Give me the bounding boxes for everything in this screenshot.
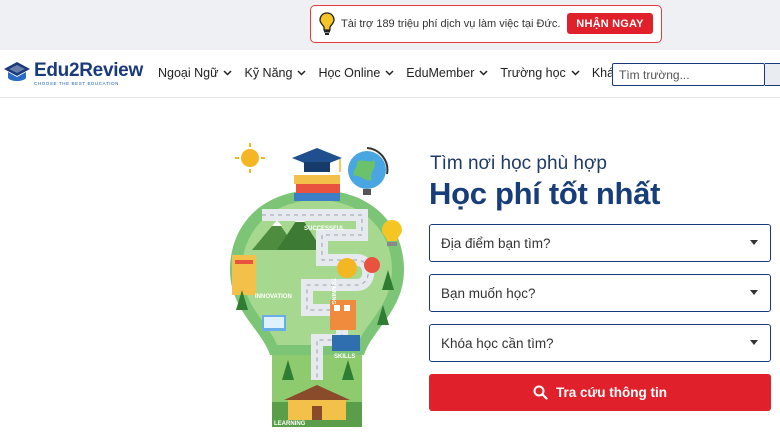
search-icon [533,385,548,400]
hero-title: Học phí tốt nhất [429,176,661,211]
logo[interactable]: Edu2Review CHOOSE THE BEST EDUCATION [3,60,143,86]
nav-online-learning[interactable]: Học Online [318,66,394,80]
logo-tagline: CHOOSE THE BEST EDUCATION [34,80,120,86]
nav-edumember[interactable]: EduMember [406,66,488,80]
location-select[interactable]: Địa điểm bạn tìm? [429,224,771,262]
chevron-down-icon [479,70,488,76]
search-button[interactable] [765,63,780,86]
nav-label: Học Online [318,66,381,80]
illus-label-skills: SKILLS [334,354,355,360]
site-header: Edu2Review CHOOSE THE BEST EDUCATION Ngo… [0,50,780,98]
lookup-button[interactable]: Tra cứu thông tin [429,374,771,411]
subject-select-placeholder: Bạn muốn học? [441,285,536,301]
lightbulb-icon [319,12,335,35]
claim-now-button[interactable]: NHẬN NGAY [567,13,653,34]
hero-subtitle: Tìm nơi học phù hợp [430,153,608,174]
promo-banner[interactable]: Tài trợ 189 triệu phí dịch vụ làm việc t… [310,5,662,43]
promo-strip: Tài trợ 189 triệu phí dịch vụ làm việc t… [0,0,780,50]
nav-skills[interactable]: Kỹ Năng [244,66,306,80]
main-nav: Ngoại Ngữ Kỹ Năng Học Online EduMember T… [158,66,646,80]
logo-name: Edu2Review [34,59,143,81]
dropdown-caret-icon [750,290,758,295]
nav-foreign-languages[interactable]: Ngoại Ngữ [158,66,233,80]
course-select[interactable]: Khóa học cần tìm? [429,324,771,362]
nav-label: Kỹ Năng [244,66,293,80]
education-lightbulb-illustration: SUCCESSFUL TRAINING INNOVATION SKILLS LE… [230,143,404,427]
chevron-down-icon [223,70,233,76]
subject-select[interactable]: Bạn muốn học? [429,274,771,312]
chevron-down-icon [297,70,306,76]
dropdown-caret-icon [750,240,758,245]
chevron-down-icon [571,70,580,76]
nav-label: Trường học [500,66,566,80]
illus-label-innovation: INNOVATION [255,294,292,300]
nav-schools[interactable]: Trường học [500,66,580,80]
dropdown-caret-icon [750,340,758,345]
promo-text: Tài trợ 189 triệu phí dịch vụ làm việc t… [341,18,561,30]
sun-icon [241,149,259,167]
lookup-button-label: Tra cứu thông tin [555,385,668,400]
school-search-input[interactable] [612,63,765,86]
chevron-down-icon [385,70,394,76]
course-select-placeholder: Khóa học cần tìm? [441,335,554,351]
school-search [612,63,780,86]
illus-label-training: TRAINING [330,278,336,305]
nav-label: Ngoại Ngữ [158,66,219,80]
nav-label: EduMember [406,66,475,80]
location-select-placeholder: Địa điểm bạn tìm? [441,235,551,251]
illus-label-learning: LEARNING [274,421,306,427]
logo-mark-icon [4,62,30,81]
illus-label-successful: SUCCESSFUL [304,226,345,232]
